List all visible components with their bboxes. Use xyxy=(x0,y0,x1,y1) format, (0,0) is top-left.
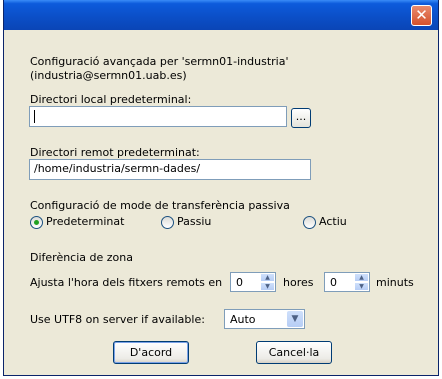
radio-predeterminat-label: Predeterminat xyxy=(46,215,125,228)
utf8-select[interactable]: Auto ▼ xyxy=(224,309,305,329)
title-bar[interactable]: ✕ xyxy=(4,0,438,30)
adjust-time-label: Ajusta l'hora dels fitxers remots en xyxy=(30,276,223,289)
local-dir-label: Directori local predeterminal: xyxy=(30,93,192,106)
utf8-label: Use UTF8 on server if available: xyxy=(30,313,205,326)
radio-predeterminat[interactable] xyxy=(30,216,43,229)
minutes-label: minuts xyxy=(376,276,414,289)
chevron-down-icon: ▼ xyxy=(359,283,364,290)
radio-passiu[interactable] xyxy=(161,216,174,229)
close-button[interactable]: ✕ xyxy=(411,5,432,26)
hours-down-button[interactable]: ▼ xyxy=(260,282,275,291)
hours-up-button[interactable]: ▲ xyxy=(260,273,275,282)
cancel-button[interactable]: Cancel·la xyxy=(256,341,332,364)
remote-dir-input[interactable]: /home/industria/sermn-dades/ xyxy=(29,159,311,180)
timezone-label: Diferència de zona xyxy=(30,251,133,264)
browse-local-dir-button[interactable]: ... xyxy=(291,108,311,128)
dialog-window: ✕ Configuració avançada per 'sermn01-ind… xyxy=(3,0,439,376)
close-icon: ✕ xyxy=(415,6,428,24)
minutes-down-button[interactable]: ▼ xyxy=(354,282,369,291)
minutes-up-button[interactable]: ▲ xyxy=(354,273,369,282)
remote-dir-label: Directori remot predeterminat: xyxy=(30,146,200,159)
radio-actiu[interactable] xyxy=(303,216,316,229)
chevron-down-icon[interactable]: ▼ xyxy=(287,311,303,327)
text-caret xyxy=(34,109,35,123)
local-dir-input[interactable] xyxy=(29,106,287,127)
chevron-up-icon: ▲ xyxy=(265,274,270,281)
transfer-mode-label: Configuració de mode de transferència pa… xyxy=(30,199,290,212)
hours-label: hores xyxy=(283,276,314,289)
chevron-down-icon: ▼ xyxy=(265,283,270,290)
radio-actiu-label: Actiu xyxy=(319,215,347,228)
header-line2: (industria@sermn01.uab.es) xyxy=(30,69,187,82)
minutes-stepper[interactable]: 0 ▲ ▼ xyxy=(324,272,370,292)
chevron-up-icon: ▲ xyxy=(359,274,364,281)
radio-passiu-label: Passiu xyxy=(177,215,212,228)
ok-button[interactable]: D'acord xyxy=(113,341,189,364)
header-line1: Configuració avançada per 'sermn01-indus… xyxy=(30,55,289,68)
hours-stepper[interactable]: 0 ▲ ▼ xyxy=(230,272,276,292)
